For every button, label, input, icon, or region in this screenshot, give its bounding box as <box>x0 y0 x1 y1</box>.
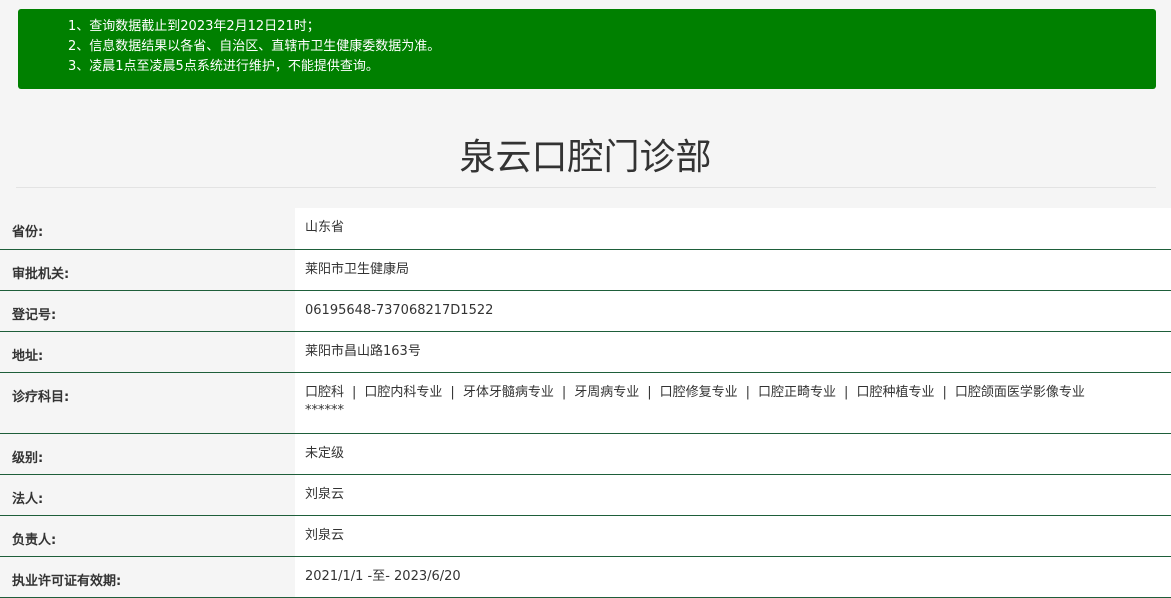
row-level: 级别: 未定级 <box>0 433 1171 475</box>
legal-person-value: 刘泉云 <box>295 474 1171 516</box>
info-table: 省份: 山东省 审批机关: 莱阳市卫生健康局 登记号: 06195648-737… <box>0 208 1171 598</box>
title-divider <box>16 187 1156 188</box>
province-value: 山东省 <box>295 208 1171 250</box>
department-separator: | <box>844 384 849 400</box>
department-separator: | <box>450 384 455 400</box>
row-reg-no: 登记号: 06195648-737068217D1522 <box>0 290 1171 332</box>
authority-label: 审批机关: <box>0 249 295 291</box>
row-license-validity: 执业许可证有效期: 2021/1/1 -至- 2023/6/20 <box>0 556 1171 598</box>
department-item: 口腔科 <box>305 384 345 400</box>
department-separator: | <box>647 384 652 400</box>
level-label: 级别: <box>0 433 295 475</box>
license-validity-label: 执业许可证有效期: <box>0 556 295 598</box>
departments-extra: ****** <box>305 402 344 418</box>
address-value: 莱阳市昌山路163号 <box>295 331 1171 373</box>
row-province: 省份: 山东省 <box>0 208 1171 250</box>
reg-no-label: 登记号: <box>0 290 295 332</box>
notice-line-3: 3、凌晨1点至凌晨5点系统进行维护，不能提供查询。 <box>68 59 379 74</box>
row-legal-person: 法人: 刘泉云 <box>0 474 1171 516</box>
row-person-in-charge: 负责人: 刘泉云 <box>0 515 1171 557</box>
department-item: 口腔修复专业 <box>659 384 738 400</box>
notice-line-1: 1、查询数据截止到2023年2月12日21时； <box>68 19 320 34</box>
department-item: 牙体牙髓病专业 <box>462 384 554 400</box>
departments-value: 口腔科 | 口腔内科专业 | 牙体牙髓病专业 | 牙周病专业 | 口腔修复专业 | 口腔正畸专业 | 口… <box>295 372 1171 434</box>
legal-person-label: 法人: <box>0 474 295 516</box>
person-in-charge-label: 负责人: <box>0 515 295 557</box>
department-separator: | <box>745 384 751 400</box>
row-authority: 审批机关: 莱阳市卫生健康局 <box>0 249 1171 291</box>
row-departments: 诊疗科目: 口腔科 | 口腔内科专业 | 牙体牙髓病专业 | 牙周病专业 | 口腔修复专业 | 口腔… <box>0 372 1171 434</box>
reg-no-value: 06195648-737068217D1522 <box>295 290 1171 332</box>
department-item: 牙周病专业 <box>574 384 640 400</box>
department-item: 口腔种植专业 <box>856 384 935 400</box>
authority-value: 莱阳市卫生健康局 <box>295 249 1171 291</box>
departments-label: 诊疗科目: <box>0 372 295 434</box>
province-label: 省份: <box>0 208 295 250</box>
notice-banner: 1、查询数据截止到2023年2月12日21时； 2、信息数据结果以各省、自治区、… <box>18 9 1156 89</box>
department-item: 口腔颌面医学影像专业 <box>954 384 1085 400</box>
department-separator: | <box>352 384 357 400</box>
page-title: 泉云口腔门诊部 <box>459 137 712 178</box>
license-validity-value: 2021/1/1 -至- 2023/6/20 <box>295 556 1171 598</box>
department-item: 口腔正畸专业 <box>758 384 837 400</box>
level-value: 未定级 <box>295 433 1171 475</box>
department-separator: | <box>942 384 947 400</box>
department-separator: | <box>561 384 567 400</box>
person-in-charge-value: 刘泉云 <box>295 515 1171 557</box>
row-address: 地址: 莱阳市昌山路163号 <box>0 331 1171 373</box>
department-item: 口腔内科专业 <box>364 384 443 400</box>
address-label: 地址: <box>0 331 295 373</box>
notice-line-2: 2、信息数据结果以各省、自治区、直辖市卫生健康委数据为准。 <box>68 39 441 54</box>
